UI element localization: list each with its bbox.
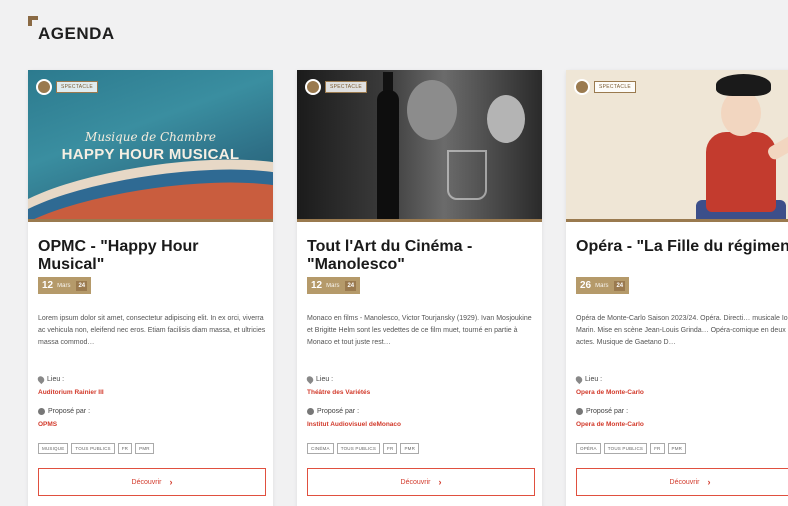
lieu-label: Lieu :: [36, 374, 64, 385]
event-title[interactable]: OPMC - "Happy Hour Musical": [38, 238, 266, 274]
tag: PMR: [400, 443, 420, 454]
tag: FR: [383, 443, 398, 454]
date-year: 24: [345, 280, 357, 291]
location-pin-icon: [574, 374, 584, 385]
location-pin-icon: [36, 374, 46, 385]
tag: FR: [117, 443, 133, 454]
lieu-value[interactable]: Auditorium Rainier III: [38, 389, 104, 396]
propose-label: Proposé par :: [307, 408, 359, 415]
agenda-page: AGENDA Musique de Chambre HAPPY HOUR MUS…: [0, 0, 788, 506]
date-month: Mars: [326, 282, 340, 289]
event-thumbnail[interactable]: Musique de Chambre HAPPY HOUR MUSICAL SP…: [28, 70, 273, 222]
category-label: SPECTACLE: [594, 81, 637, 93]
arrow-right-icon: ›: [169, 477, 173, 487]
event-description: Opéra de Monte-Carlo Saison 2023/24. Opé…: [576, 315, 788, 346]
propose-value[interactable]: Opera de Monte-Carlo: [576, 421, 644, 428]
lieu-value[interactable]: Théâtre des Variétés: [307, 389, 370, 396]
user-icon: [576, 408, 583, 415]
date-month: Mars: [595, 282, 609, 289]
date-day: 12: [42, 280, 54, 291]
category-label: SPECTACLE: [325, 81, 368, 93]
discover-button[interactable]: Découvrir ›: [576, 468, 788, 496]
tag-list: OPÉRA TOUS PUBLICS FR PMR: [576, 443, 687, 454]
event-card[interactable]: SPECTACLE Opéra - "La Fille du régiment"…: [566, 70, 788, 506]
tag: FR: [650, 443, 665, 454]
tag-list: CINÉMA TOUS PUBLICS FR PMR: [307, 443, 420, 454]
category-label: SPECTACLE: [56, 81, 99, 93]
event-date: 26 Mars 24: [576, 277, 630, 294]
thumb-subtitle: Musique de Chambre: [85, 130, 216, 144]
category-icon: [305, 79, 321, 95]
discover-button[interactable]: Découvrir ›: [38, 468, 266, 496]
tag: PMR: [135, 443, 154, 454]
tag: MUSIQUE: [38, 443, 69, 454]
section-header: AGENDA: [28, 16, 115, 44]
event-description: Lorem ipsum dolor sit amet, consectetur …: [38, 315, 266, 346]
date-year: 24: [614, 280, 626, 291]
arrow-right-icon: ›: [438, 477, 442, 487]
category-icon: [574, 79, 590, 95]
date-month: Mars: [57, 282, 71, 289]
tag: TOUS PUBLICS: [603, 443, 648, 454]
user-icon: [307, 408, 314, 415]
arrow-right-icon: ›: [707, 477, 711, 487]
tag: OPÉRA: [576, 443, 601, 454]
tag: TOUS PUBLICS: [336, 443, 381, 454]
date-day: 26: [580, 280, 592, 291]
lieu-label: Lieu :: [305, 374, 333, 385]
user-icon: [38, 408, 45, 415]
propose-value[interactable]: Institut Audiovisuel deMonaco: [307, 421, 401, 428]
lieu-label: Lieu :: [574, 374, 602, 385]
corner-bracket-icon: [28, 16, 38, 26]
category-badge: SPECTACLE: [305, 79, 368, 95]
category-icon: [36, 79, 52, 95]
event-title[interactable]: Opéra - "La Fille du régiment": [576, 238, 788, 256]
page-title: AGENDA: [38, 24, 115, 43]
event-date: 12 Mars 24: [38, 277, 92, 294]
tag: PMR: [667, 443, 687, 454]
date-year: 24: [76, 280, 88, 291]
event-thumbnail[interactable]: SPECTACLE: [297, 70, 542, 222]
category-badge: SPECTACLE: [574, 79, 637, 95]
event-thumbnail[interactable]: SPECTACLE: [566, 70, 788, 222]
propose-value[interactable]: OPMS: [38, 421, 57, 428]
tag: TOUS PUBLICS: [71, 443, 115, 454]
event-card[interactable]: SPECTACLE Tout l'Art du Cinéma - "Manole…: [297, 70, 542, 506]
tag-list: MUSIQUE TOUS PUBLICS FR PMR: [38, 443, 154, 454]
event-description: Monaco en films - Manolesco, Victor Tour…: [307, 315, 532, 346]
tag: CINÉMA: [307, 443, 334, 454]
category-badge: SPECTACLE: [36, 79, 99, 95]
propose-label: Proposé par :: [38, 408, 90, 415]
location-pin-icon: [305, 374, 315, 385]
thumb-title: HAPPY HOUR MUSICAL: [61, 146, 240, 163]
date-day: 12: [311, 280, 323, 291]
event-title[interactable]: Tout l'Art du Cinéma - "Manolesco": [307, 238, 535, 274]
lieu-value[interactable]: Opera de Monte-Carlo: [576, 389, 644, 396]
discover-button[interactable]: Découvrir ›: [307, 468, 535, 496]
propose-label: Proposé par :: [576, 408, 628, 415]
event-card[interactable]: Musique de Chambre HAPPY HOUR MUSICAL SP…: [28, 70, 273, 506]
event-date: 12 Mars 24: [307, 277, 361, 294]
